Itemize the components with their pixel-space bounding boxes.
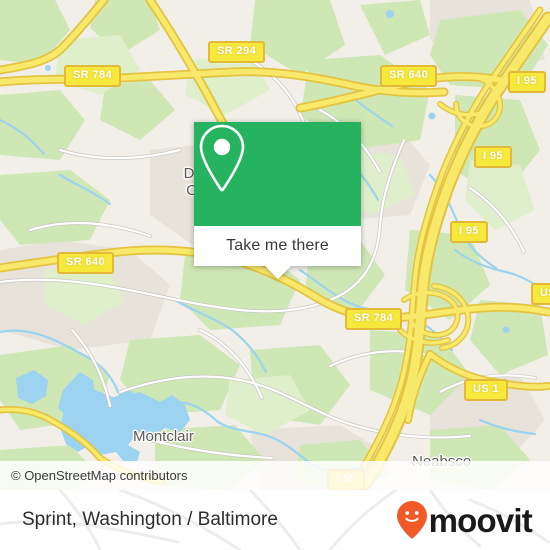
moovit-wordmark: moovit [428,501,533,539]
attribution-text: © OpenStreetMap contributors [11,468,188,483]
take-me-there-label: Take me there [226,237,329,254]
popup-header [194,122,361,226]
screenshot-root: SR 294 SR 784 SR 640 I 95 I 95 SR 640 I … [0,0,550,550]
road-shield-i95-topright: I 95 [508,71,546,93]
map-canvas[interactable]: SR 294 SR 784 SR 640 I 95 I 95 SR 640 I … [0,0,550,490]
road-shield-sr640-topright: SR 640 [380,65,438,87]
popup-pointer-tail [263,265,292,279]
road-shield-us-edge: US [531,283,550,305]
road-shield-sr294-top: SR 294 [208,41,266,63]
map-pin-icon [199,124,245,192]
moovit-pin-icon [396,501,427,539]
moovit-logo[interactable]: moovit [396,501,533,539]
road-shield-sr784-topleft: SR 784 [64,65,122,87]
footer-bar: Sprint, Washington / Baltimore moovit [0,490,550,550]
road-shield-i95-right: I 95 [474,146,512,168]
road-shield-sr640-left: SR 640 [57,252,115,274]
location-popup-card[interactable]: Take me there [194,122,361,279]
road-shield-i95-midright: I 95 [450,221,488,243]
road-shield-us1: US 1 [464,379,509,401]
take-me-there-button[interactable]: Take me there [194,226,361,266]
place-label-montclair: Montclair [133,428,194,445]
map-attribution-bar: © OpenStreetMap contributors [0,461,550,490]
road-shield-sr784-center: SR 784 [345,308,403,330]
page-title: Sprint, Washington / Baltimore [22,509,278,530]
